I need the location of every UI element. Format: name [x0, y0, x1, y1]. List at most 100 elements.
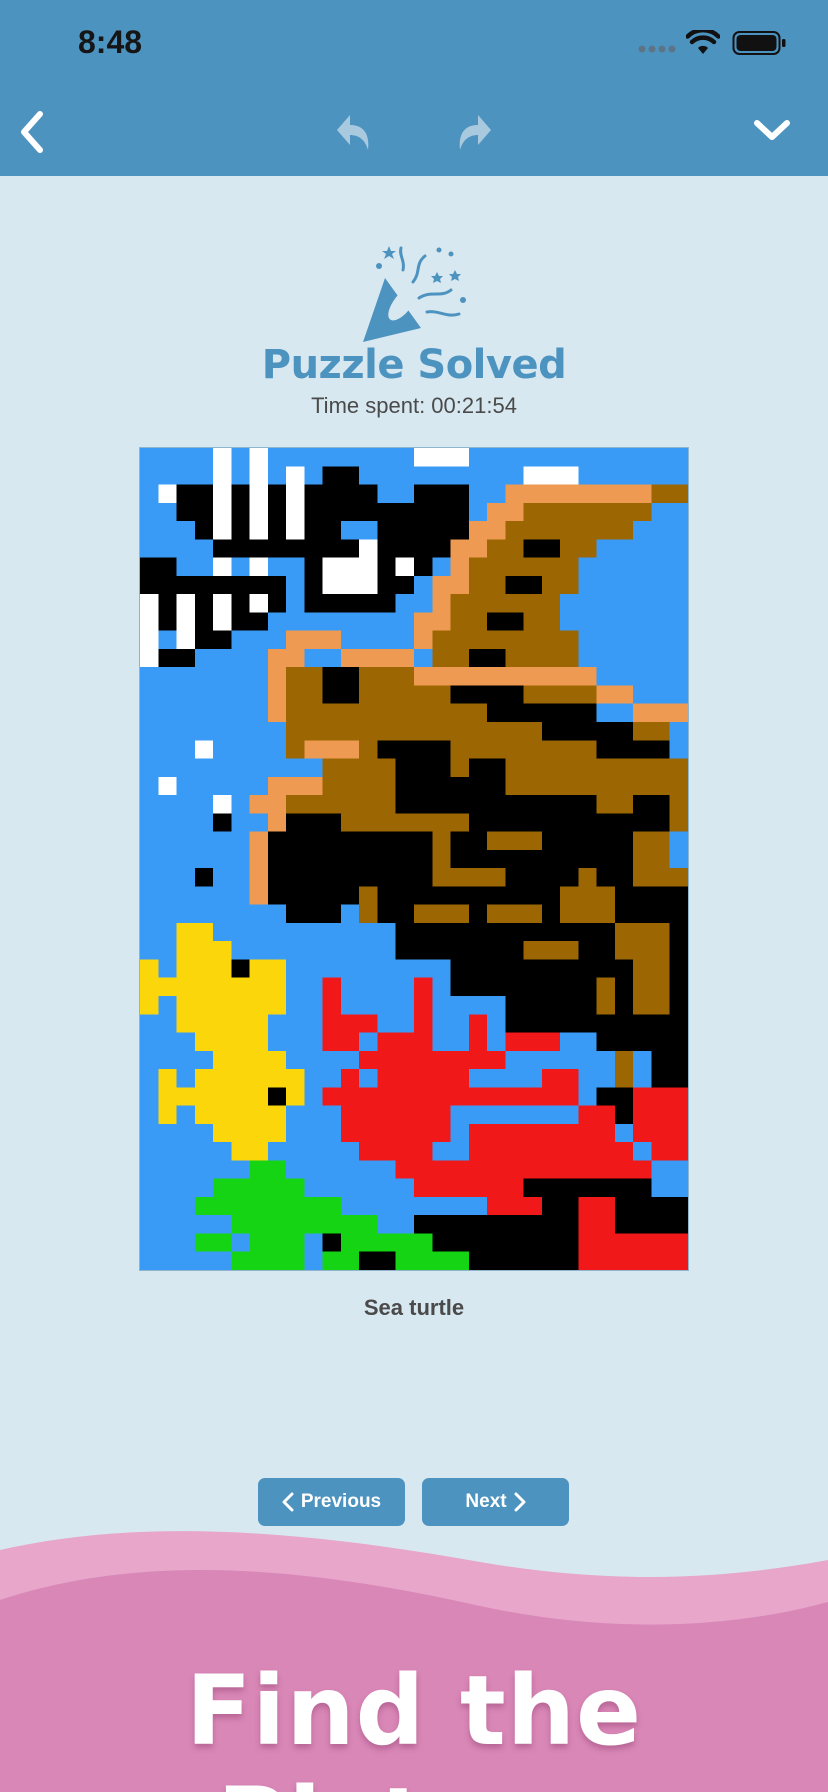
- puzzle-pixel: [213, 557, 232, 576]
- puzzle-pixel: [286, 466, 305, 540]
- next-button[interactable]: Next: [422, 1478, 569, 1526]
- puzzle-pixel: [414, 977, 433, 1033]
- puzzle-pixel: [140, 594, 159, 668]
- puzzle-pixel: [450, 831, 488, 869]
- puzzle-pixel: [560, 886, 615, 923]
- puzzle-pixel: [541, 1069, 579, 1106]
- puzzle-pixel: [158, 1069, 177, 1088]
- puzzle-pixel: [249, 831, 268, 905]
- puzzle-pixel: [176, 996, 287, 1015]
- puzzle-pixel: [359, 1251, 579, 1270]
- puzzle-pixel: [578, 1233, 688, 1270]
- top-navigation-bar: 8:48: [0, 0, 828, 176]
- puzzle-pixel: [176, 941, 232, 960]
- puzzle-pixel: [468, 521, 506, 540]
- puzzle-pixel: [377, 740, 451, 759]
- puzzle-pixel: [304, 1215, 378, 1234]
- puzzle-pixel: [578, 1105, 615, 1124]
- puzzle-pixel: [286, 904, 341, 923]
- puzzle-pixel: [633, 959, 670, 1015]
- battery-icon: [732, 31, 786, 55]
- puzzle-pixel: [614, 922, 670, 960]
- puzzle-pixel: [414, 484, 469, 503]
- puzzle-pixel: [578, 1178, 652, 1197]
- puzzle-pixel: [231, 1142, 268, 1161]
- puzzle-pixel: [487, 502, 524, 522]
- puzzle-pixel: [395, 557, 414, 576]
- puzzle-pixel: [633, 703, 688, 722]
- puzzle-pixel: [249, 448, 268, 540]
- time-spent-label: Time spent: 00:21:54: [311, 393, 517, 418]
- puzzle-pixel: [322, 977, 341, 1033]
- puzzle-pixel: [286, 630, 341, 649]
- puzzle-pixel: [395, 1251, 469, 1270]
- puzzle-pixel: [158, 484, 177, 503]
- puzzle-pixel: [505, 521, 634, 540]
- puzzle-pixel: [286, 1178, 305, 1197]
- puzzle-pixel: [322, 466, 360, 522]
- puzzle-pixel: [213, 539, 323, 558]
- puzzle-pixel: [140, 959, 159, 978]
- puzzle-pixel: [614, 1196, 688, 1234]
- puzzle-pixel: [213, 1123, 287, 1143]
- puzzle-pixel: [523, 502, 652, 522]
- puzzle-pixel: [340, 1233, 433, 1252]
- wifi-icon: [686, 30, 720, 54]
- puzzle-pixel: [614, 1050, 634, 1088]
- puzzle-pixel: [633, 795, 670, 832]
- puzzle-pixel: [267, 776, 323, 796]
- puzzle-pixel: [414, 667, 561, 686]
- puzzle-pixel: [267, 667, 287, 722]
- puzzle-pixel: [140, 575, 287, 595]
- puzzle-pixel: [249, 1233, 305, 1252]
- puzzle-pixel: [651, 484, 688, 503]
- redo-icon[interactable]: [452, 108, 494, 154]
- puzzle-pixel: [194, 1196, 341, 1216]
- puzzle-pixel: [194, 1105, 287, 1124]
- previous-label: Previous: [300, 1491, 382, 1512]
- collapse-chevron-icon[interactable]: [752, 116, 792, 144]
- puzzle-pixel: [194, 1069, 305, 1088]
- puzzle-pixel: [304, 594, 396, 613]
- puzzle-pixel: [523, 466, 579, 485]
- chevron-right-icon: [514, 1492, 526, 1512]
- puzzle-pixel: [414, 1215, 506, 1234]
- puzzle-pixel: [249, 594, 268, 613]
- party-popper-icon: [363, 246, 466, 342]
- puzzle-pixel: [158, 776, 177, 796]
- puzzle-pixel: [541, 722, 634, 741]
- find-the-picture-banner-text: Find the Picture: [185, 1655, 643, 1792]
- puzzle-caption: Sea turtle: [363, 1295, 465, 1320]
- puzzle-pixel: [487, 612, 524, 631]
- puzzle-pixel: [651, 1142, 688, 1161]
- puzzle-pixel: [596, 813, 634, 887]
- puzzle-pixel: [213, 448, 232, 540]
- puzzle-pixel: [505, 1032, 561, 1051]
- puzzle-pixel: [176, 922, 214, 942]
- puzzle-pixel: [505, 795, 597, 832]
- puzzle-pixel: [359, 1050, 506, 1070]
- puzzle-pixel: [560, 667, 597, 686]
- puzzle-pixel: [249, 1160, 287, 1179]
- puzzle-pixel: [468, 1123, 615, 1161]
- puzzle-pixel: [596, 1142, 634, 1179]
- puzzle-pixel: [322, 557, 360, 595]
- puzzle-pixel: [377, 1032, 433, 1051]
- puzzle-pixel: [158, 1105, 177, 1124]
- previous-button[interactable]: Previous: [258, 1478, 405, 1526]
- back-chevron-icon[interactable]: [16, 110, 48, 154]
- puzzle-pixel: [194, 1233, 232, 1252]
- undo-icon[interactable]: [334, 108, 376, 154]
- puzzle-pixel: [450, 685, 524, 704]
- puzzle-pixel: [468, 758, 506, 832]
- solved-puzzle-image: [139, 447, 689, 1271]
- puzzle-pixel: [359, 539, 378, 595]
- status-time: 8:48: [78, 24, 143, 60]
- puzzle-pixel: [267, 1087, 287, 1106]
- puzzle-pixel: [395, 502, 469, 522]
- puzzle-pixel: [340, 648, 414, 668]
- puzzle-pixel: [213, 795, 232, 814]
- puzzle-pixel: [322, 539, 469, 558]
- puzzle-pixel: [213, 1050, 287, 1070]
- puzzle-pixel: [140, 977, 287, 996]
